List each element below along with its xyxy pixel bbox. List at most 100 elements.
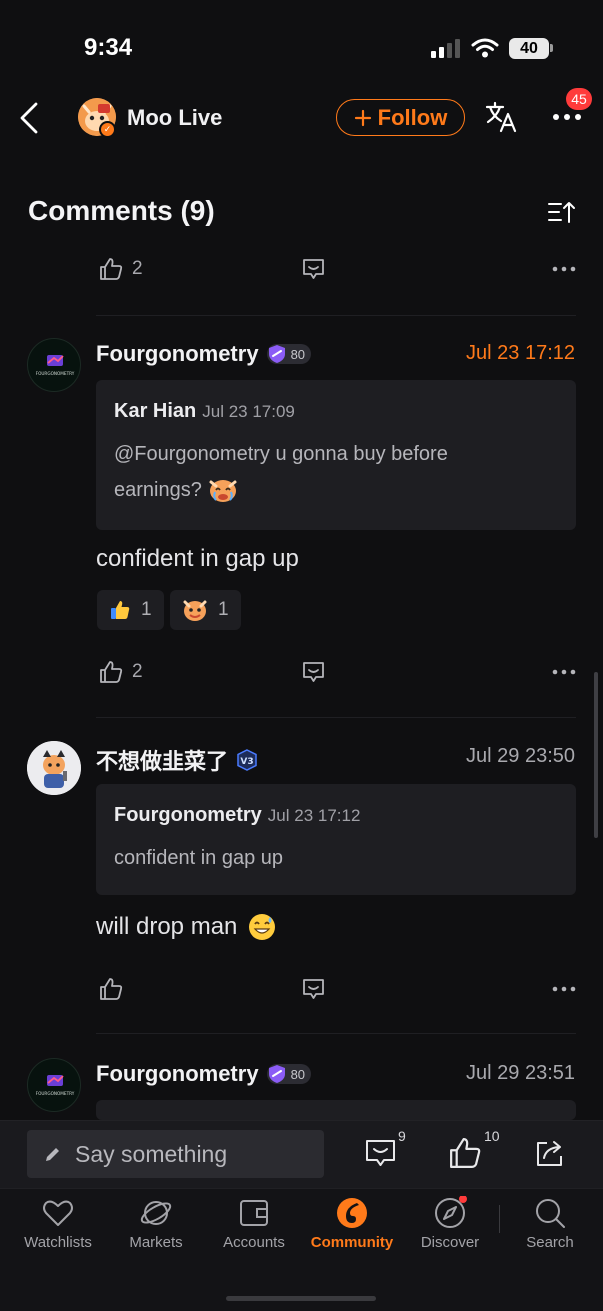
thumbs-up-icon bbox=[100, 258, 123, 280]
battery-tip bbox=[550, 44, 553, 52]
quote-line: @Fourgonometry u gonna buy before bbox=[114, 443, 448, 465]
reaction-count: 1 bbox=[218, 599, 229, 620]
search-icon bbox=[536, 1199, 565, 1228]
reaction-chip[interactable]: 1 bbox=[170, 590, 241, 630]
quote-body: @Fourgonometry u gonna buy before earnin… bbox=[114, 436, 564, 508]
comment-icon[interactable] bbox=[364, 1136, 398, 1170]
tab-search[interactable]: Search bbox=[505, 1196, 595, 1251]
divider bbox=[96, 717, 576, 718]
tab-label: Accounts bbox=[223, 1234, 285, 1251]
tab-label: Discover bbox=[420, 1234, 480, 1251]
comment-count: 9 bbox=[398, 1128, 406, 1144]
battery-indicator: 40 bbox=[509, 38, 549, 59]
comment-header: 不想做韭菜了 V3 bbox=[96, 744, 258, 776]
comment-time: Jul 29 23:50 bbox=[466, 745, 575, 767]
reply-icon[interactable] bbox=[301, 977, 326, 1001]
community-icon bbox=[337, 1198, 367, 1228]
svg-text:FOURGONOMETRY: FOURGONOMETRY bbox=[36, 371, 75, 376]
tab-label: Watchlists bbox=[24, 1234, 92, 1251]
share-icon[interactable] bbox=[534, 1138, 566, 1168]
translate-icon[interactable] bbox=[484, 100, 518, 134]
like-button[interactable] bbox=[98, 976, 124, 1002]
comment-more-icon[interactable] bbox=[552, 668, 576, 676]
quote-time: Jul 23 17:09 bbox=[202, 402, 295, 421]
quote-time: Jul 23 17:12 bbox=[267, 806, 361, 825]
comment-header: Fourgonometry 80 bbox=[96, 341, 312, 367]
plus-icon bbox=[354, 109, 371, 126]
fourgonometry-logo: FOURGONOMETRY bbox=[36, 355, 75, 376]
wifi-icon bbox=[471, 38, 499, 58]
shield-icon bbox=[268, 1065, 285, 1083]
comment-header: Fourgonometry 80 bbox=[96, 1061, 312, 1087]
v3-level-badge-icon: V3 bbox=[237, 749, 257, 771]
tab-label: Community bbox=[310, 1234, 394, 1251]
quoted-comment[interactable] bbox=[96, 1100, 576, 1120]
follow-label: Follow bbox=[377, 104, 448, 130]
fourgonometry-logo: FOURGONOMETRY bbox=[36, 1075, 75, 1096]
tab-accounts[interactable]: Accounts bbox=[209, 1196, 299, 1251]
pencil-icon bbox=[46, 1148, 59, 1161]
comment-more-icon[interactable] bbox=[552, 265, 576, 273]
svg-text:V3: V3 bbox=[240, 757, 253, 767]
comment-author[interactable]: Fourgonometry bbox=[96, 341, 259, 367]
comment-more-icon[interactable] bbox=[552, 985, 576, 993]
like-button[interactable]: 2 bbox=[98, 659, 143, 685]
verified-badge-icon: ✓ bbox=[99, 121, 116, 138]
tab-watchlists[interactable]: Watchlists bbox=[13, 1196, 103, 1251]
like-button[interactable]: 2 bbox=[98, 256, 143, 282]
thumbs-up-icon bbox=[100, 661, 123, 683]
comment-author[interactable]: Fourgonometry bbox=[96, 1061, 259, 1087]
comment-input[interactable]: Say something bbox=[27, 1130, 324, 1178]
back-arrow-icon[interactable] bbox=[16, 100, 44, 136]
quote-line: earnings? bbox=[114, 479, 202, 501]
comment-time: Jul 23 17:12 bbox=[466, 342, 575, 364]
comment-input-placeholder: Say something bbox=[75, 1140, 228, 1167]
shield-icon bbox=[268, 345, 285, 363]
page-title: Moo Live bbox=[127, 105, 223, 130]
comment-author[interactable]: 不想做韭菜了 bbox=[96, 744, 228, 776]
sort-icon[interactable] bbox=[546, 198, 576, 226]
reply-icon[interactable] bbox=[301, 660, 326, 684]
tab-discover[interactable]: Discover bbox=[405, 1196, 495, 1251]
level-number: 80 bbox=[290, 1066, 306, 1082]
thumbs-up-emoji-icon bbox=[111, 601, 130, 619]
heart-icon bbox=[43, 1200, 73, 1226]
avatar[interactable] bbox=[27, 741, 81, 795]
tab-label: Search bbox=[526, 1234, 574, 1251]
cellular-signal-icon bbox=[431, 39, 460, 58]
tab-separator bbox=[499, 1205, 500, 1233]
quoted-comment[interactable]: Fourgonometry Jul 23 17:12 confident in g… bbox=[96, 784, 576, 895]
reaction-count: 1 bbox=[141, 599, 152, 620]
sweat-smile-emoji bbox=[249, 914, 276, 940]
comment-body-row: will drop man bbox=[96, 912, 277, 942]
status-time: 9:34 bbox=[84, 34, 133, 61]
reaction-chip[interactable]: 1 bbox=[97, 590, 164, 630]
quote-body: confident in gap up bbox=[114, 847, 284, 869]
like-icon[interactable] bbox=[447, 1135, 483, 1171]
comment-body: will drop man bbox=[96, 913, 238, 940]
avatar[interactable]: FOURGONOMETRY bbox=[27, 1058, 81, 1112]
svg-text:FOURGONOMETRY: FOURGONOMETRY bbox=[36, 1091, 75, 1096]
quote-author: Fourgonometry bbox=[114, 804, 262, 826]
wallet-icon bbox=[240, 1200, 268, 1226]
tab-markets[interactable]: Markets bbox=[111, 1196, 201, 1251]
tab-label: Markets bbox=[129, 1234, 183, 1251]
crying-bull-emoji bbox=[209, 480, 237, 502]
compass-icon bbox=[435, 1196, 467, 1228]
tab-community[interactable]: Community bbox=[307, 1196, 397, 1251]
home-indicator bbox=[226, 1296, 376, 1301]
level-badge: 80 bbox=[266, 344, 312, 364]
avatar[interactable]: FOURGONOMETRY bbox=[27, 338, 81, 392]
reply-icon[interactable] bbox=[301, 257, 326, 281]
like-count: 2 bbox=[132, 661, 143, 682]
moo-face-emoji-icon bbox=[183, 600, 207, 621]
like-count: 10 bbox=[484, 1128, 500, 1144]
quoted-comment[interactable]: Kar Hian Jul 23 17:09 @Fourgonometry u go… bbox=[96, 380, 576, 530]
level-number: 80 bbox=[290, 346, 306, 362]
scrollbar[interactable] bbox=[594, 672, 598, 838]
planet-icon bbox=[140, 1201, 172, 1225]
more-options-icon[interactable] bbox=[552, 110, 582, 124]
follow-button[interactable]: Follow bbox=[336, 99, 465, 136]
comments-heading: Comments (9) bbox=[28, 195, 215, 226]
level-badge: 80 bbox=[266, 1064, 312, 1084]
